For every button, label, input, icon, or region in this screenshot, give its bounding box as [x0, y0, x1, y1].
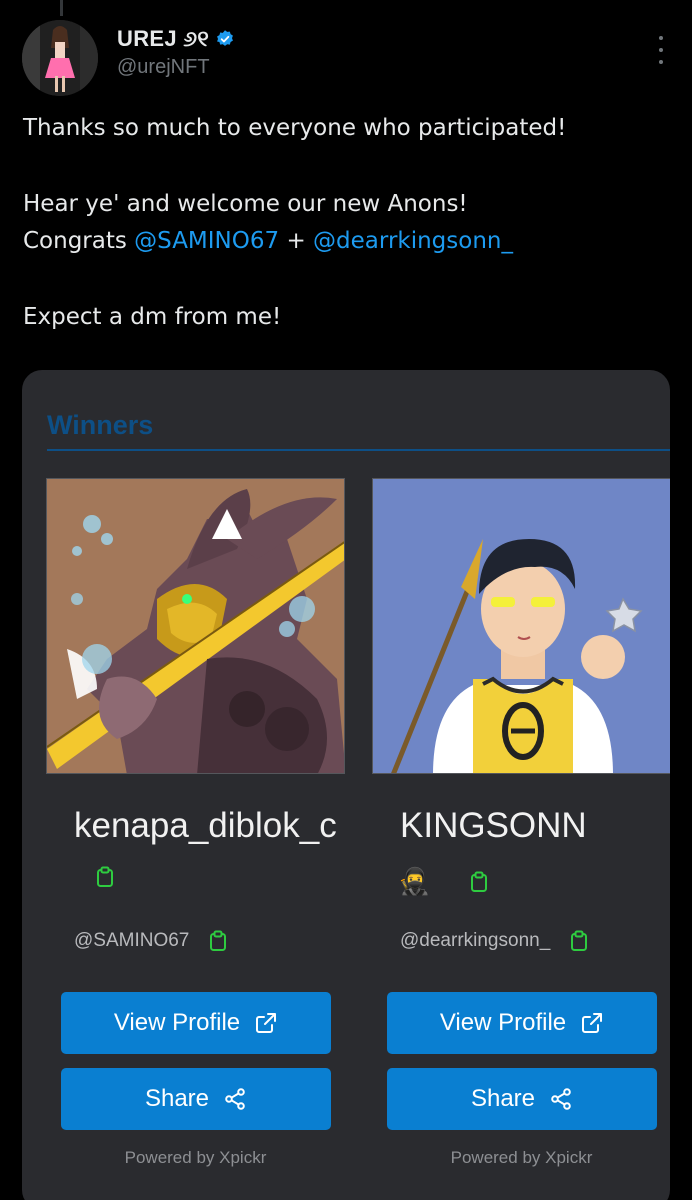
tweet-line-congrats: Congrats @SAMINO67 + @dearrkingsonn_ [23, 223, 673, 260]
verified-badge-icon [217, 30, 234, 46]
mention-link-samino67[interactable]: @SAMINO67 [134, 228, 279, 254]
view-profile-button[interactable]: View Profile [387, 992, 657, 1054]
share-nodes-icon [551, 1088, 571, 1110]
winner-handle: @dearrkingsonn_ [400, 930, 551, 951]
clipboard-icon[interactable] [209, 930, 227, 952]
share-button[interactable]: Share [387, 1068, 657, 1130]
share-label: Share [470, 1085, 536, 1112]
view-profile-button[interactable]: View Profile [61, 992, 331, 1054]
view-profile-label: View Profile [439, 1009, 567, 1036]
winner-handle-row: @SAMINO67 [74, 930, 227, 952]
boy-jersey-art [373, 479, 670, 773]
winner-name-copy-row: 🥷 [398, 866, 488, 897]
mention-link-dearrkingsonn[interactable]: @dearrkingsonn_ [313, 228, 513, 254]
tweet-line: Thanks so much to everyone who participa… [23, 115, 567, 141]
thread-connector-line [60, 0, 63, 16]
ninja-emoji: 🥷 [398, 866, 431, 896]
clipboard-icon[interactable] [470, 871, 488, 893]
clipboard-icon[interactable] [96, 866, 114, 888]
winners-card[interactable]: Winners kenapa_diblok_c @SAMINO67 View P… [22, 370, 670, 1200]
view-profile-label: View Profile [113, 1009, 241, 1036]
plus-text: + [279, 228, 314, 254]
tweet-line: Hear ye' and welcome our new Anons! [23, 191, 468, 217]
powered-by-text: Powered by Xpickr [124, 1148, 267, 1167]
clipboard-icon[interactable] [570, 930, 588, 952]
winner-name-copy-row [96, 866, 114, 888]
congrats-text: Congrats [23, 228, 135, 254]
author-avatar[interactable] [22, 20, 98, 96]
winners-title: Winners [47, 410, 154, 440]
rabbit-warrior-art [47, 479, 344, 773]
avatar-image [22, 20, 98, 96]
share-nodes-icon [225, 1088, 245, 1110]
author-name-row[interactable]: UREJ ୬୧ [117, 26, 235, 52]
winner-handle-row: @dearrkingsonn_ [400, 930, 588, 952]
winners-divider [47, 449, 670, 451]
share-label: Share [144, 1085, 210, 1112]
winner-name: KINGSONN [400, 806, 587, 845]
more-vertical-icon[interactable] [656, 36, 666, 64]
winner-name: kenapa_diblok_c [74, 806, 337, 845]
winner-avatar-image[interactable] [372, 478, 670, 774]
share-button[interactable]: Share [61, 1068, 331, 1130]
powered-by-text: Powered by Xpickr [450, 1148, 593, 1167]
author-display-name[interactable]: UREJ ୬୧ [117, 26, 209, 52]
tweet-line: Expect a dm from me! [23, 304, 282, 330]
winner-card-2: KINGSONN 🥷 @dearrkingsonn_ View Profile … [372, 478, 670, 1198]
tweet-body: Thanks so much to everyone who participa… [23, 110, 673, 336]
winner-avatar-image[interactable] [46, 478, 345, 774]
winner-handle: @SAMINO67 [74, 930, 190, 951]
author-handle[interactable]: @urejNFT [117, 56, 210, 79]
winner-card-1: kenapa_diblok_c @SAMINO67 View Profile S… [46, 478, 345, 1198]
external-link-icon [256, 1013, 277, 1033]
external-link-icon [582, 1013, 603, 1033]
